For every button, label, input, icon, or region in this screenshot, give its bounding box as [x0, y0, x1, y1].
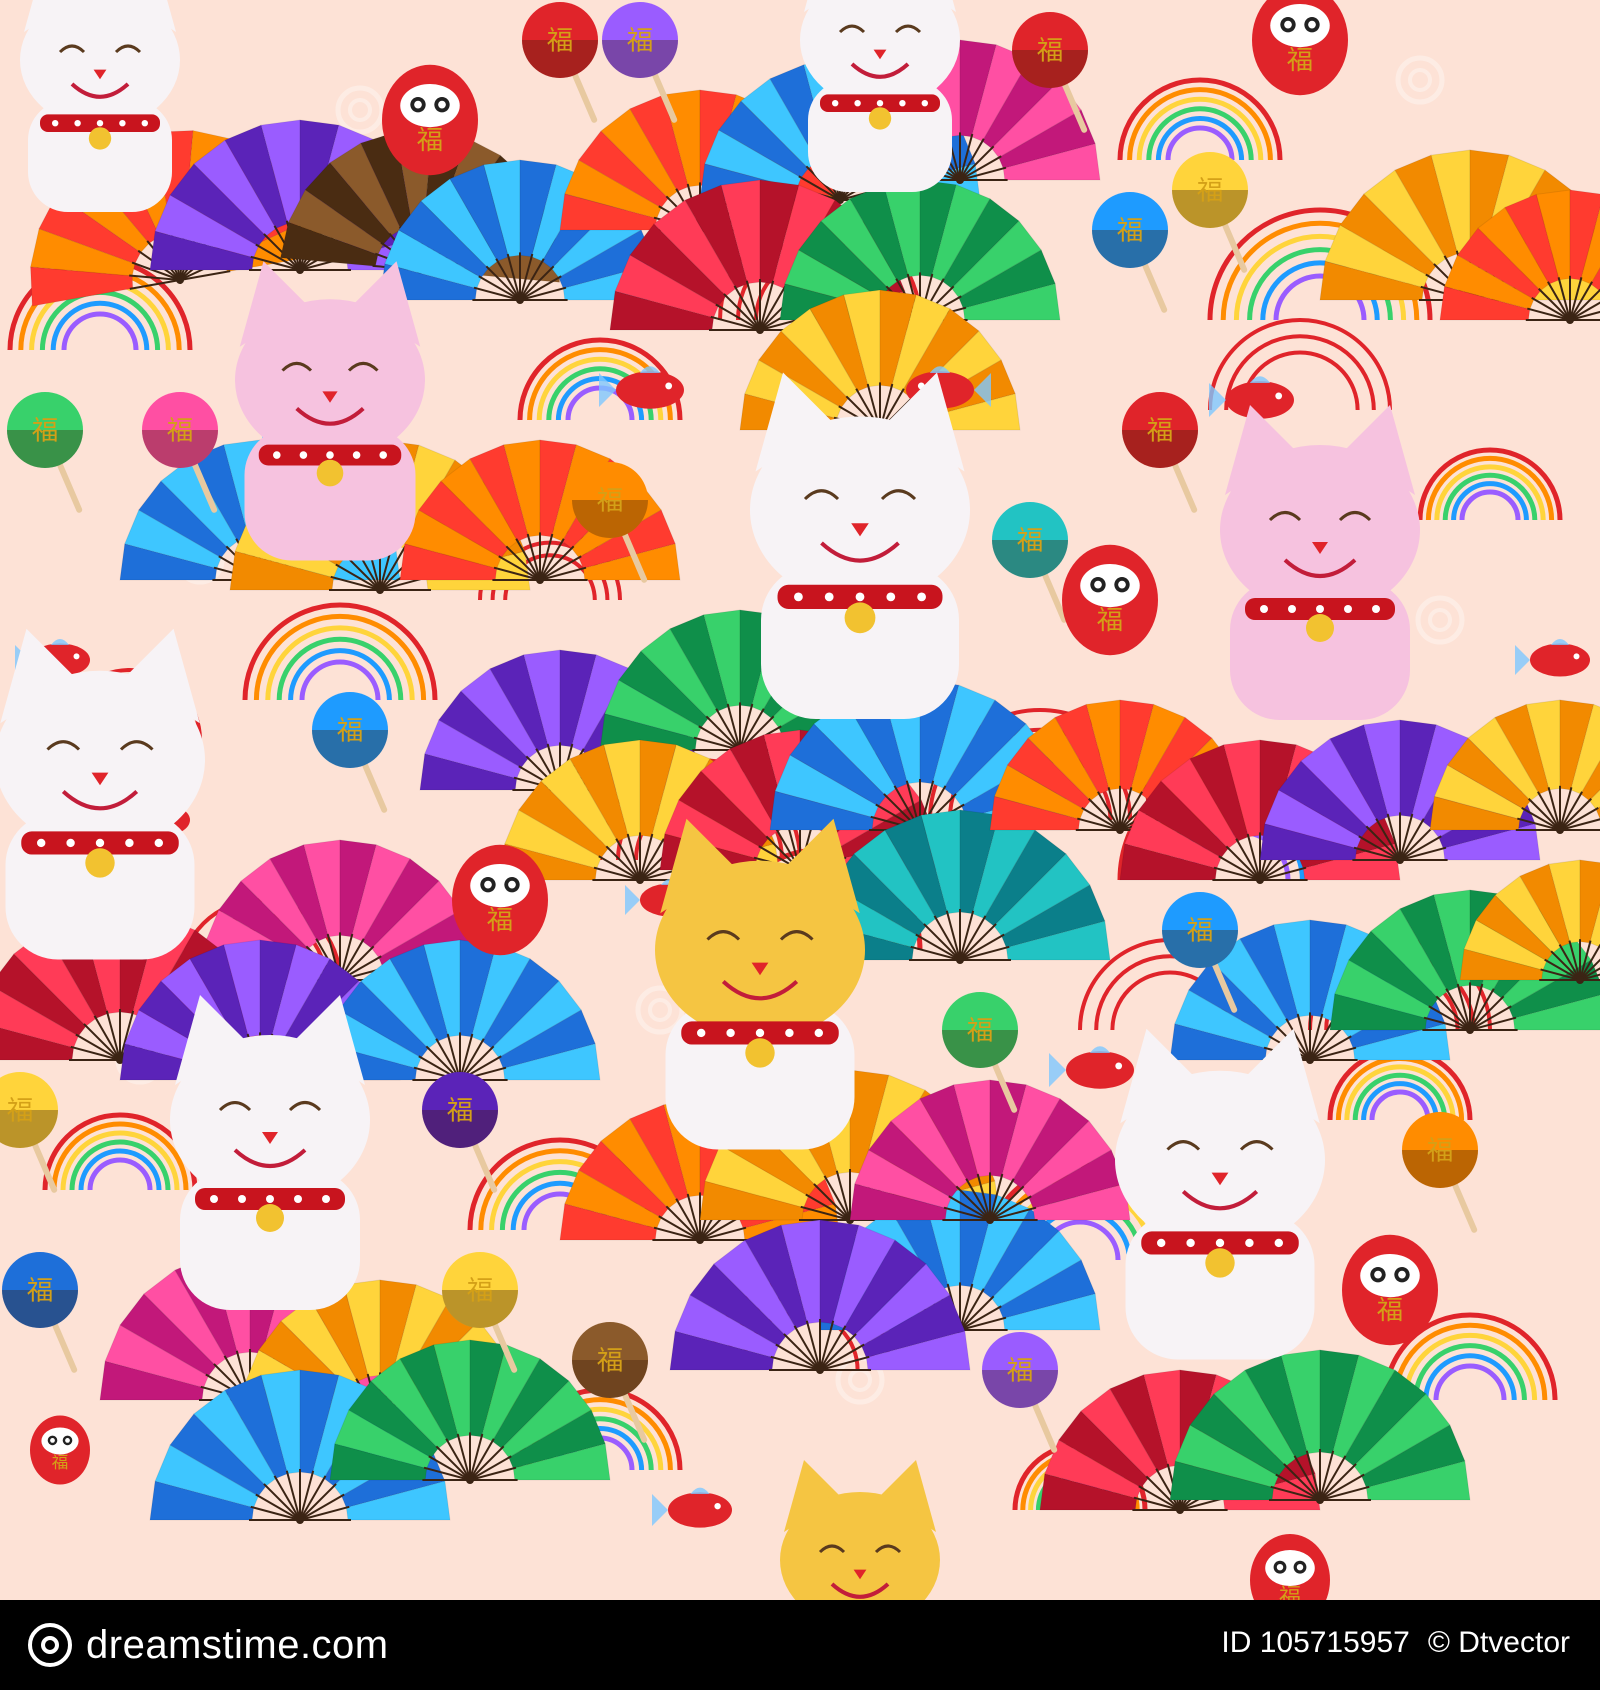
- rainbow-arc-icon: [242, 602, 438, 701]
- fortune-char: 福: [1017, 526, 1044, 557]
- uchiwa-fan-icon: 福: [1122, 392, 1198, 513]
- fortune-char: 福: [547, 26, 574, 57]
- maneki-neko-cat-icon: [170, 995, 370, 1310]
- fortune-char: 福: [627, 26, 654, 57]
- fortune-char: 福: [467, 1276, 494, 1307]
- uchiwa-fan-icon: 福: [522, 2, 598, 123]
- rainbow-arc-icon: [1117, 77, 1283, 161]
- daruma-doll-icon: 福: [382, 64, 478, 176]
- maneki-neko-cat-icon: [20, 0, 180, 212]
- fortune-char: 福: [32, 416, 59, 447]
- maneki-neko-cat-icon: [780, 1460, 940, 1600]
- daruma-doll-icon: 福: [30, 1415, 90, 1485]
- dreamstime-logo[interactable]: dreamstime.com: [28, 1618, 389, 1672]
- daruma-doll-icon: 福: [1342, 1234, 1438, 1346]
- rainbow-arc-icon: [1417, 447, 1563, 521]
- uchiwa-fan-icon: 福: [982, 1332, 1058, 1453]
- koi-fish-icon: [1049, 1046, 1134, 1089]
- logo-text: dreamstime.com: [86, 1622, 389, 1667]
- uchiwa-fan-icon: 福: [312, 692, 388, 813]
- fortune-char: 福: [417, 125, 443, 156]
- maneki-neko-cat-icon: [1115, 1028, 1325, 1360]
- fortune-char: 福: [1377, 1295, 1403, 1326]
- koi-fish-icon: [652, 1487, 732, 1528]
- fortune-char: 福: [167, 416, 194, 447]
- fortune-char: 福: [1287, 45, 1313, 76]
- image-id: ID 105715957: [1221, 1626, 1410, 1659]
- fortune-char: 福: [1037, 36, 1064, 67]
- maneki-neko-cat-icon: [235, 261, 425, 561]
- fortune-char: 福: [7, 1096, 34, 1127]
- fortune-char: 福: [1097, 605, 1123, 636]
- fortune-char: 福: [27, 1276, 54, 1307]
- daruma-doll-icon: 福: [1250, 1534, 1330, 1600]
- pattern-artwork: 福福福福福福福福福福福福福福福福福福福福福福福福福福福: [0, 0, 1600, 1600]
- uchiwa-fan-icon: 福: [602, 2, 678, 123]
- fortune-char: 福: [1187, 916, 1214, 947]
- maneki-neko-cat-icon: [1220, 405, 1420, 720]
- fortune-char: 福: [487, 905, 513, 936]
- fortune-char: 福: [1197, 176, 1224, 207]
- fortune-char: 福: [967, 1016, 994, 1047]
- koi-fish-icon: [1515, 639, 1590, 677]
- maneki-neko-cat-icon: [750, 372, 970, 719]
- pattern-svg: 福福福福福福福福福福福 福福福 福福 福福福 福福福福福福福福: [0, 0, 1600, 1600]
- daruma-doll-icon: 福: [1252, 0, 1348, 96]
- fortune-char: 福: [597, 1346, 624, 1377]
- maneki-neko-cat-icon: [800, 0, 960, 192]
- maneki-neko-cat-icon: [0, 628, 205, 960]
- image-author: © Dtvector: [1427, 1626, 1570, 1659]
- fortune-char: 福: [1007, 1356, 1034, 1387]
- fortune-char: 福: [1147, 416, 1174, 447]
- swirl-logo-icon: [28, 1623, 72, 1667]
- fortune-char: 福: [1427, 1136, 1454, 1167]
- uchiwa-fan-icon: 福: [422, 1072, 498, 1193]
- maneki-neko-cat-icon: [655, 818, 865, 1150]
- fortune-char: 福: [52, 1453, 69, 1472]
- footer-bar: dreamstime.com ID 105715957 © Dtvector: [0, 1600, 1600, 1690]
- fortune-char: 福: [597, 486, 624, 517]
- folding-fan-icon: [1459, 859, 1600, 984]
- uchiwa-fan-icon: 福: [1172, 152, 1248, 273]
- fortune-char: 福: [447, 1096, 474, 1127]
- uchiwa-fan-icon: 福: [1402, 1112, 1478, 1233]
- uchiwa-fan-icon: 福: [7, 392, 83, 513]
- folding-fan-icon: [319, 939, 601, 1084]
- uchiwa-fan-icon: 福: [992, 502, 1068, 623]
- fortune-char: 福: [337, 716, 364, 747]
- daruma-doll-icon: 福: [1062, 544, 1158, 656]
- uchiwa-fan-icon: 福: [1092, 192, 1168, 313]
- uchiwa-fan-icon: 福: [2, 1252, 78, 1373]
- image-meta: ID 105715957 © Dtvector: [1221, 1626, 1570, 1660]
- fortune-char: 福: [1279, 1585, 1301, 1600]
- uchiwa-fan-icon: 福: [0, 1072, 58, 1193]
- folding-fan-icon: [1429, 699, 1600, 834]
- fortune-char: 福: [1117, 216, 1144, 247]
- daruma-doll-icon: 福: [452, 844, 548, 956]
